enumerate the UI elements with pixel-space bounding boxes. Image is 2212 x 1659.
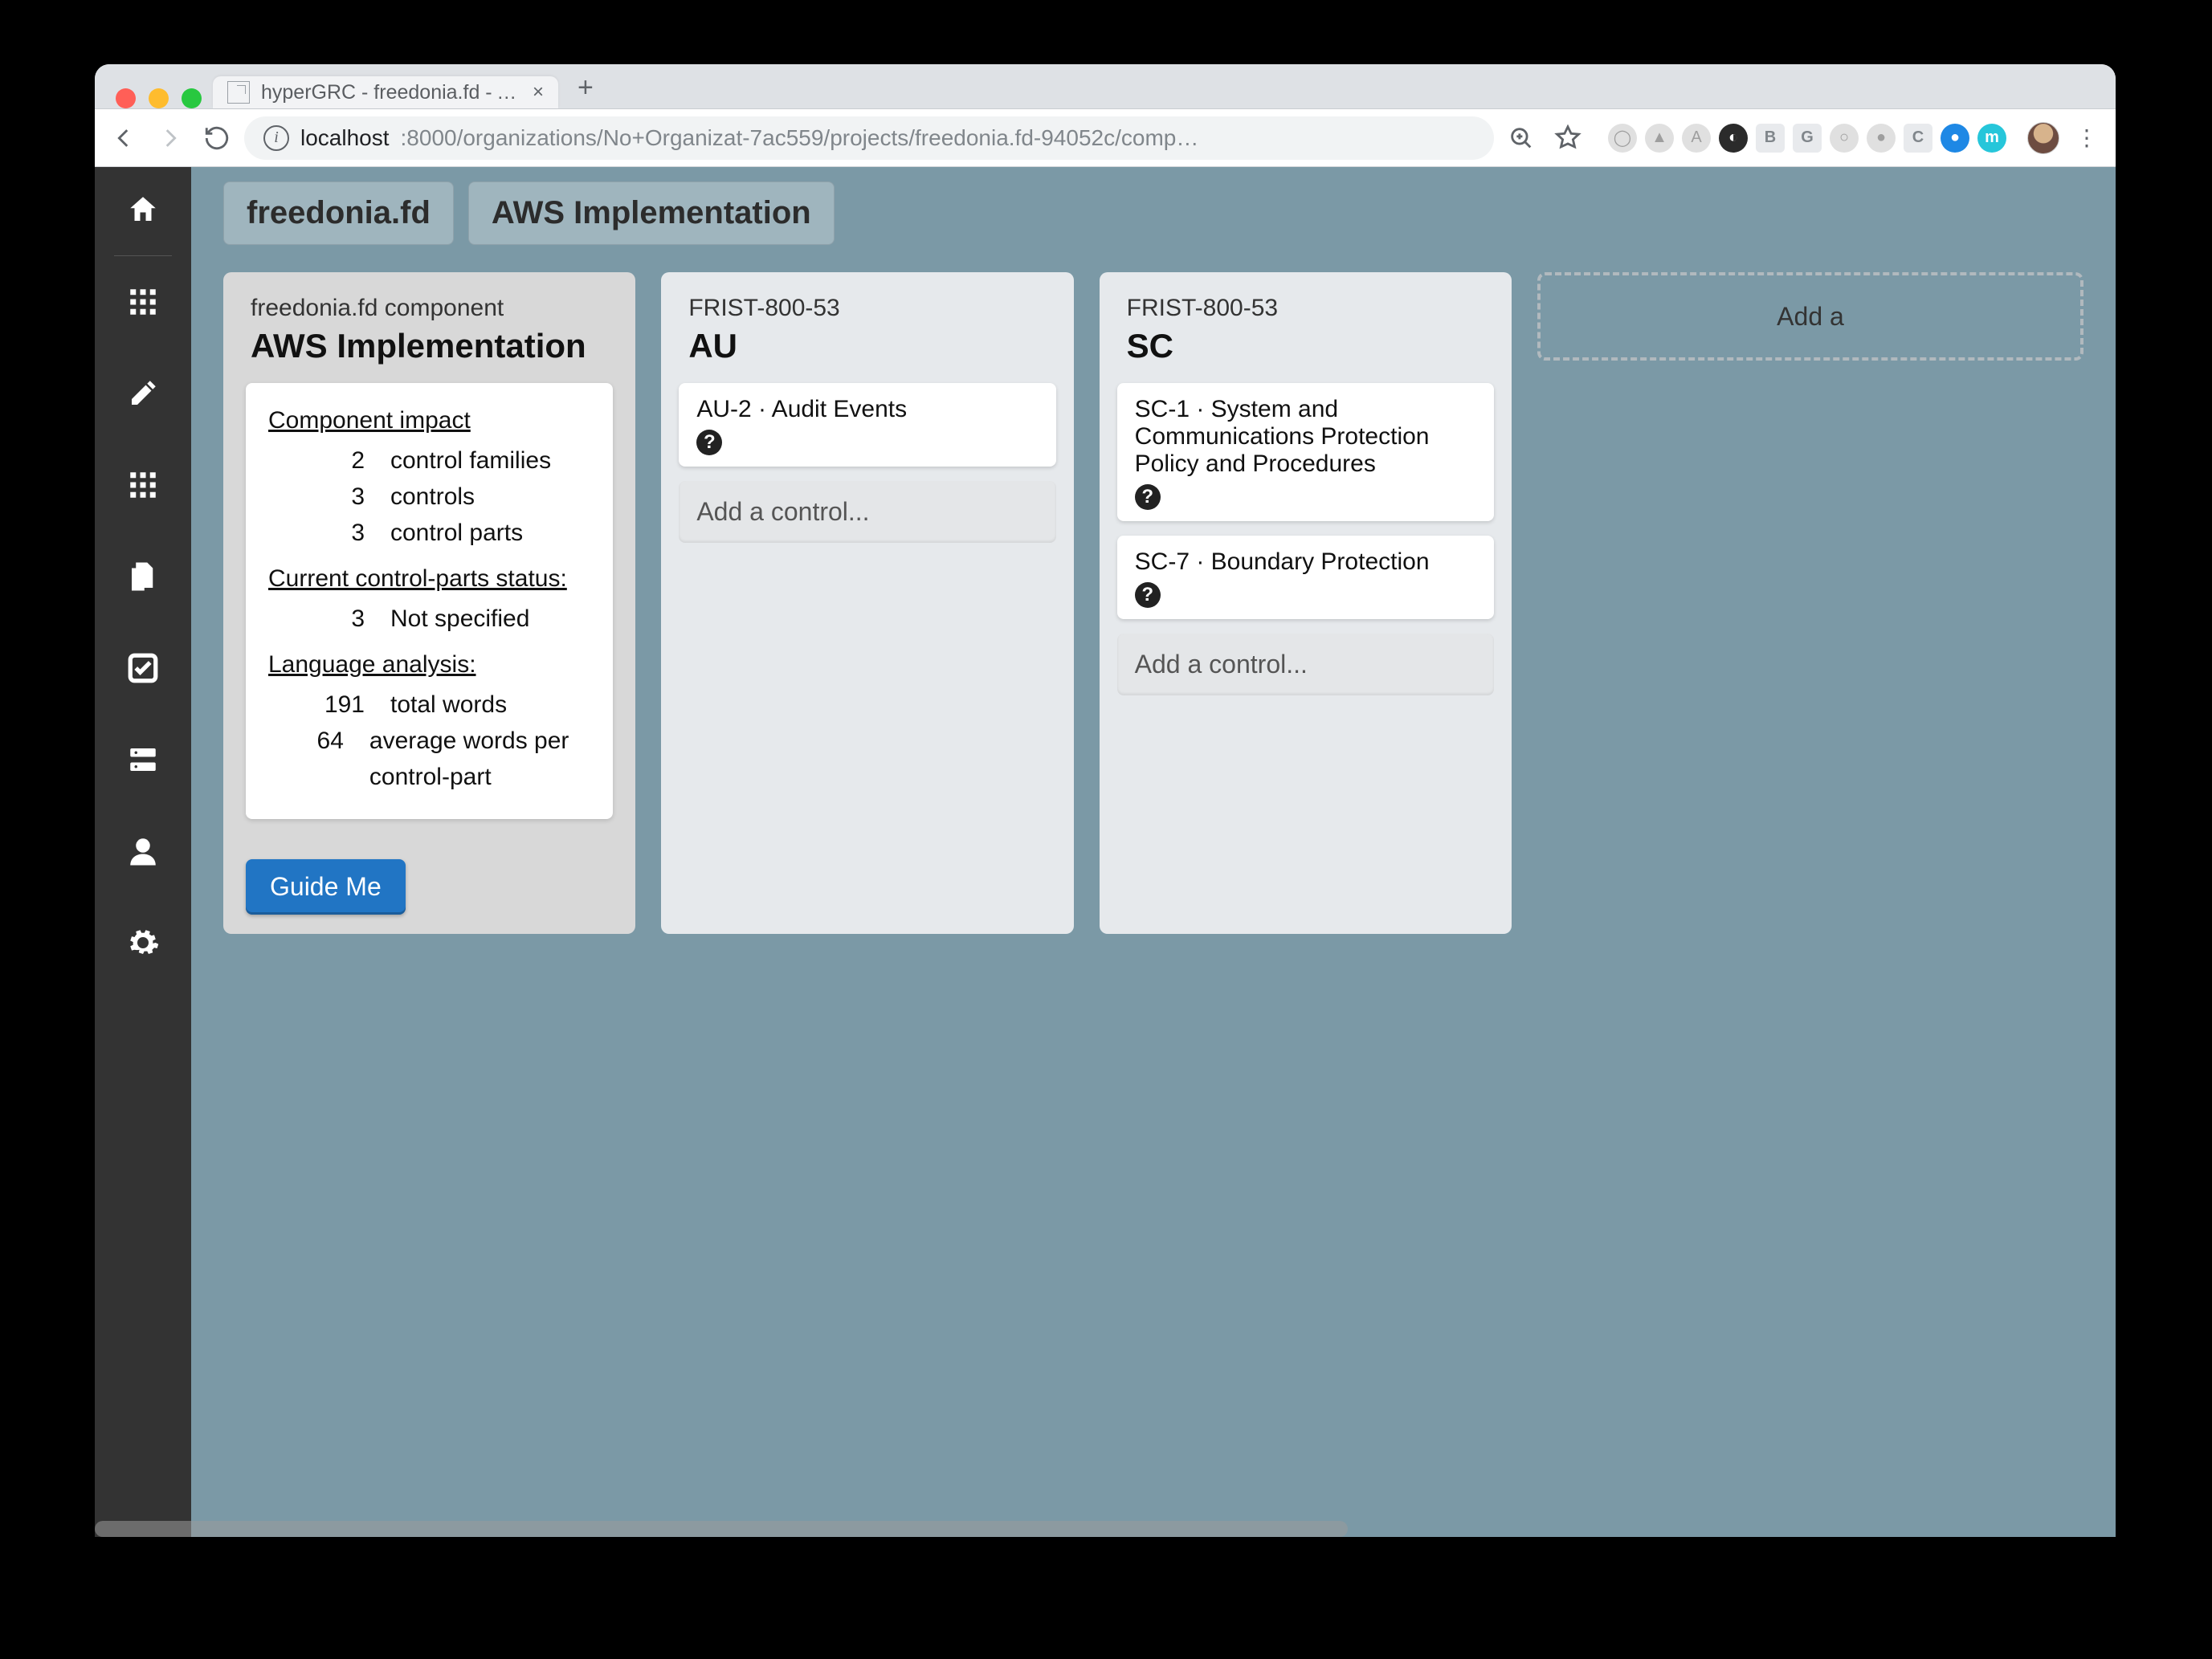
- stat-row: 64average words per control-part: [268, 723, 590, 795]
- browser-window: hyperGRC - freedonia.fd - AWS × + i loca…: [95, 64, 2116, 1537]
- breadcrumb-component[interactable]: AWS Implementation: [468, 181, 835, 245]
- summary-supertitle: freedonia.fd component: [251, 295, 608, 322]
- app-viewport: freedonia.fd AWS Implementation freedoni…: [95, 167, 2116, 1537]
- summary-header: freedonia.fd component AWS Implementatio…: [223, 272, 635, 383]
- extension-icon[interactable]: G: [1793, 124, 1822, 153]
- help-icon[interactable]: ?: [696, 430, 722, 455]
- control-label: SC-1 · System and Communications Protect…: [1135, 396, 1476, 478]
- board: freedonia.fd component AWS Implementatio…: [223, 272, 2083, 934]
- summary-panel: Component impact 2control families 3cont…: [246, 383, 613, 819]
- profile-avatar[interactable]: [2027, 122, 2059, 154]
- extension-icon[interactable]: ○: [1830, 124, 1859, 153]
- stat-row: 191total words: [268, 687, 590, 723]
- control-family-card-au: FRIST-800-53 AU AU-2 · Audit Events ? Ad…: [661, 272, 1073, 934]
- family-standard: FRIST-800-53: [688, 295, 1046, 322]
- sidebar-divider: [114, 255, 172, 256]
- guide-me-button[interactable]: Guide Me: [246, 859, 406, 915]
- stat-row: 3control parts: [268, 515, 590, 551]
- nav-reload-button[interactable]: [198, 119, 236, 157]
- extension-icon[interactable]: ●: [1867, 124, 1896, 153]
- nav-forward-button[interactable]: [151, 119, 190, 157]
- add-control-input[interactable]: Add a control...: [679, 481, 1055, 543]
- minimize-window[interactable]: [149, 88, 169, 108]
- control-label: AU-2 · Audit Events: [696, 396, 1038, 423]
- extension-icon[interactable]: ●: [1941, 124, 1969, 153]
- browser-menu-button[interactable]: ⋮: [2067, 124, 2106, 151]
- sidebar-item-user[interactable]: [123, 831, 163, 871]
- zoom-window[interactable]: [182, 88, 202, 108]
- family-header: FRIST-800-53 SC: [1100, 272, 1512, 383]
- tab-title: hyperGRC - freedonia.fd - AWS: [261, 81, 521, 104]
- add-family-card[interactable]: Add a: [1537, 272, 2083, 361]
- breadcrumb-project[interactable]: freedonia.fd: [223, 181, 454, 245]
- section-heading: Current control-parts status:: [268, 565, 590, 593]
- sidebar-item-grid[interactable]: [123, 465, 163, 505]
- family-code: AU: [688, 327, 1046, 365]
- horizontal-scrollbar[interactable]: [95, 1521, 1348, 1537]
- close-window[interactable]: [116, 88, 136, 108]
- help-icon[interactable]: ?: [1135, 484, 1161, 510]
- add-control-input[interactable]: Add a control...: [1117, 634, 1494, 695]
- family-header: FRIST-800-53 AU: [661, 272, 1073, 383]
- sidebar-item-apps[interactable]: [123, 282, 163, 322]
- url-path: :8000/organizations/No+Organizat-7ac559/…: [401, 125, 1199, 151]
- section-heading: Component impact: [268, 407, 590, 434]
- extension-icon[interactable]: B: [1756, 124, 1785, 153]
- control-label: SC-7 · Boundary Protection: [1135, 548, 1476, 576]
- new-tab-button[interactable]: +: [558, 72, 613, 108]
- control-card[interactable]: AU-2 · Audit Events ?: [679, 383, 1055, 467]
- extension-icon[interactable]: C: [1904, 124, 1932, 153]
- app-sidebar: [95, 167, 191, 1537]
- bookmark-star-icon[interactable]: [1549, 119, 1587, 157]
- sidebar-item-settings[interactable]: [123, 923, 163, 963]
- sidebar-item-check[interactable]: [123, 648, 163, 688]
- window-controls: [109, 74, 213, 108]
- site-info-icon[interactable]: i: [263, 125, 289, 151]
- main-content: freedonia.fd AWS Implementation freedoni…: [191, 167, 2116, 1537]
- extension-icon[interactable]: m: [1977, 124, 2006, 153]
- control-card[interactable]: SC-1 · System and Communications Protect…: [1117, 383, 1494, 521]
- tab-strip: hyperGRC - freedonia.fd - AWS × +: [95, 64, 2116, 109]
- control-card[interactable]: SC-7 · Boundary Protection ?: [1117, 536, 1494, 619]
- extension-icon[interactable]: ◯: [1608, 124, 1637, 153]
- breadcrumb: freedonia.fd AWS Implementation: [223, 181, 2083, 245]
- extension-icon[interactable]: ◐: [1719, 124, 1748, 153]
- sidebar-item-edit[interactable]: [123, 373, 163, 414]
- family-code: SC: [1127, 327, 1484, 365]
- zoom-indicator-icon[interactable]: [1502, 119, 1541, 157]
- family-standard: FRIST-800-53: [1127, 295, 1484, 322]
- stat-row: 3Not specified: [268, 601, 590, 637]
- extension-icon[interactable]: ▲: [1645, 124, 1674, 153]
- nav-back-button[interactable]: [104, 119, 143, 157]
- sidebar-item-server[interactable]: [123, 740, 163, 780]
- browser-tab-active[interactable]: hyperGRC - freedonia.fd - AWS ×: [213, 76, 558, 108]
- stat-row: 2control families: [268, 442, 590, 479]
- sidebar-item-files[interactable]: [123, 556, 163, 597]
- extension-icon[interactable]: A: [1682, 124, 1711, 153]
- page-favicon-icon: [227, 81, 250, 104]
- url-host: localhost: [300, 125, 390, 151]
- omnibox[interactable]: i localhost :8000/organizations/No+Organi…: [244, 116, 1494, 160]
- sidebar-item-home[interactable]: [123, 190, 163, 230]
- summary-title: AWS Implementation: [251, 327, 608, 365]
- section-heading: Language analysis:: [268, 651, 590, 679]
- help-icon[interactable]: ?: [1135, 582, 1161, 608]
- stat-row: 3controls: [268, 479, 590, 515]
- url-bar: i localhost :8000/organizations/No+Organi…: [95, 109, 2116, 167]
- control-family-card-sc: FRIST-800-53 SC SC-1 · System and Commun…: [1100, 272, 1512, 934]
- component-summary-card: freedonia.fd component AWS Implementatio…: [223, 272, 635, 934]
- close-tab-icon[interactable]: ×: [533, 81, 544, 104]
